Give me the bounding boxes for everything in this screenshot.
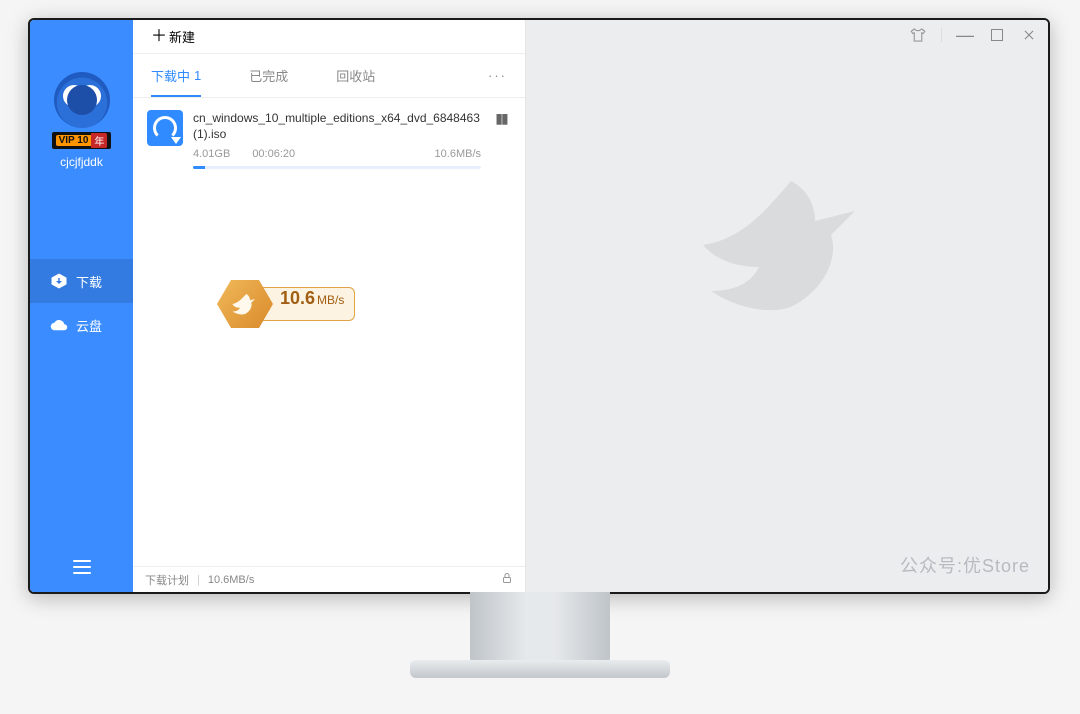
cloud-icon (50, 316, 68, 334)
minimize-button[interactable]: — (956, 26, 974, 44)
tab-downloading[interactable]: 下载中 1 (151, 54, 201, 97)
sidebar: VIP 10 年 cjcjfjddk 下载 云盘 (30, 20, 133, 592)
plus-icon: ＋ (151, 29, 167, 45)
separator: | (197, 574, 200, 586)
download-icon (50, 272, 68, 290)
speed-badge: 10.6 MB/s (217, 280, 355, 328)
download-title: cn_windows_10_multiple_editions_x64_dvd_… (193, 110, 481, 142)
speed-value: 10.6 (280, 288, 315, 309)
toolbar: ＋ 新建 (133, 20, 525, 54)
tab-more-icon[interactable]: ··· (488, 68, 507, 83)
download-size: 4.01GB (193, 148, 230, 160)
tab-recycle[interactable]: 回收站 (336, 54, 375, 97)
close-button[interactable] (1020, 26, 1038, 44)
preview-pane: 公众号:优Store (526, 20, 1048, 592)
nav-download-label: 下载 (76, 272, 102, 291)
tabs: 下载中 1 已完成 回收站 ··· (133, 54, 525, 98)
status-plan[interactable]: 下载计划 (145, 572, 189, 588)
watermark-text: 公众号:优Store (900, 552, 1030, 578)
tab-recycle-label: 回收站 (336, 66, 375, 85)
vip-unit: 年 (91, 133, 107, 148)
statusbar: 下载计划 | 10.6MB/s (133, 566, 525, 592)
nav-cloud[interactable]: 云盘 (30, 303, 133, 347)
vip-level: VIP 10 (56, 135, 92, 146)
maximize-button[interactable] (988, 26, 1006, 44)
download-eta: 00:06:20 (252, 148, 295, 160)
skin-icon[interactable] (909, 26, 927, 44)
download-speed: 10.6MB/s (435, 148, 481, 160)
download-item[interactable]: cn_windows_10_multiple_editions_x64_dvd_… (133, 98, 525, 177)
download-panel: ＋ 新建 下载中 1 已完成 回收站 ··· cn_windows_10_mul… (133, 20, 526, 592)
speed-unit: MB/s (317, 293, 344, 307)
tab-completed[interactable]: 已完成 (249, 54, 288, 97)
new-button-label: 新建 (169, 27, 195, 46)
bird-watermark-icon (677, 149, 897, 349)
tab-downloading-label: 下载中 (151, 66, 190, 85)
progress-bar (193, 166, 481, 169)
tab-downloading-count: 1 (194, 68, 201, 83)
separator (941, 28, 942, 42)
username-label: cjcjfjddk (60, 155, 103, 169)
pause-button[interactable]: ▮▮ (491, 110, 511, 169)
menu-icon[interactable] (71, 556, 93, 574)
nav-download[interactable]: 下载 (30, 259, 133, 303)
avatar[interactable] (54, 72, 110, 128)
vip-badge: VIP 10 年 (52, 132, 112, 149)
file-icon (147, 110, 183, 146)
new-button[interactable]: ＋ 新建 (143, 23, 203, 50)
tab-completed-label: 已完成 (249, 66, 288, 85)
nav-cloud-label: 云盘 (76, 316, 102, 335)
status-speed: 10.6MB/s (208, 574, 254, 586)
lock-icon[interactable] (501, 571, 513, 588)
window-controls: — (909, 26, 1038, 44)
